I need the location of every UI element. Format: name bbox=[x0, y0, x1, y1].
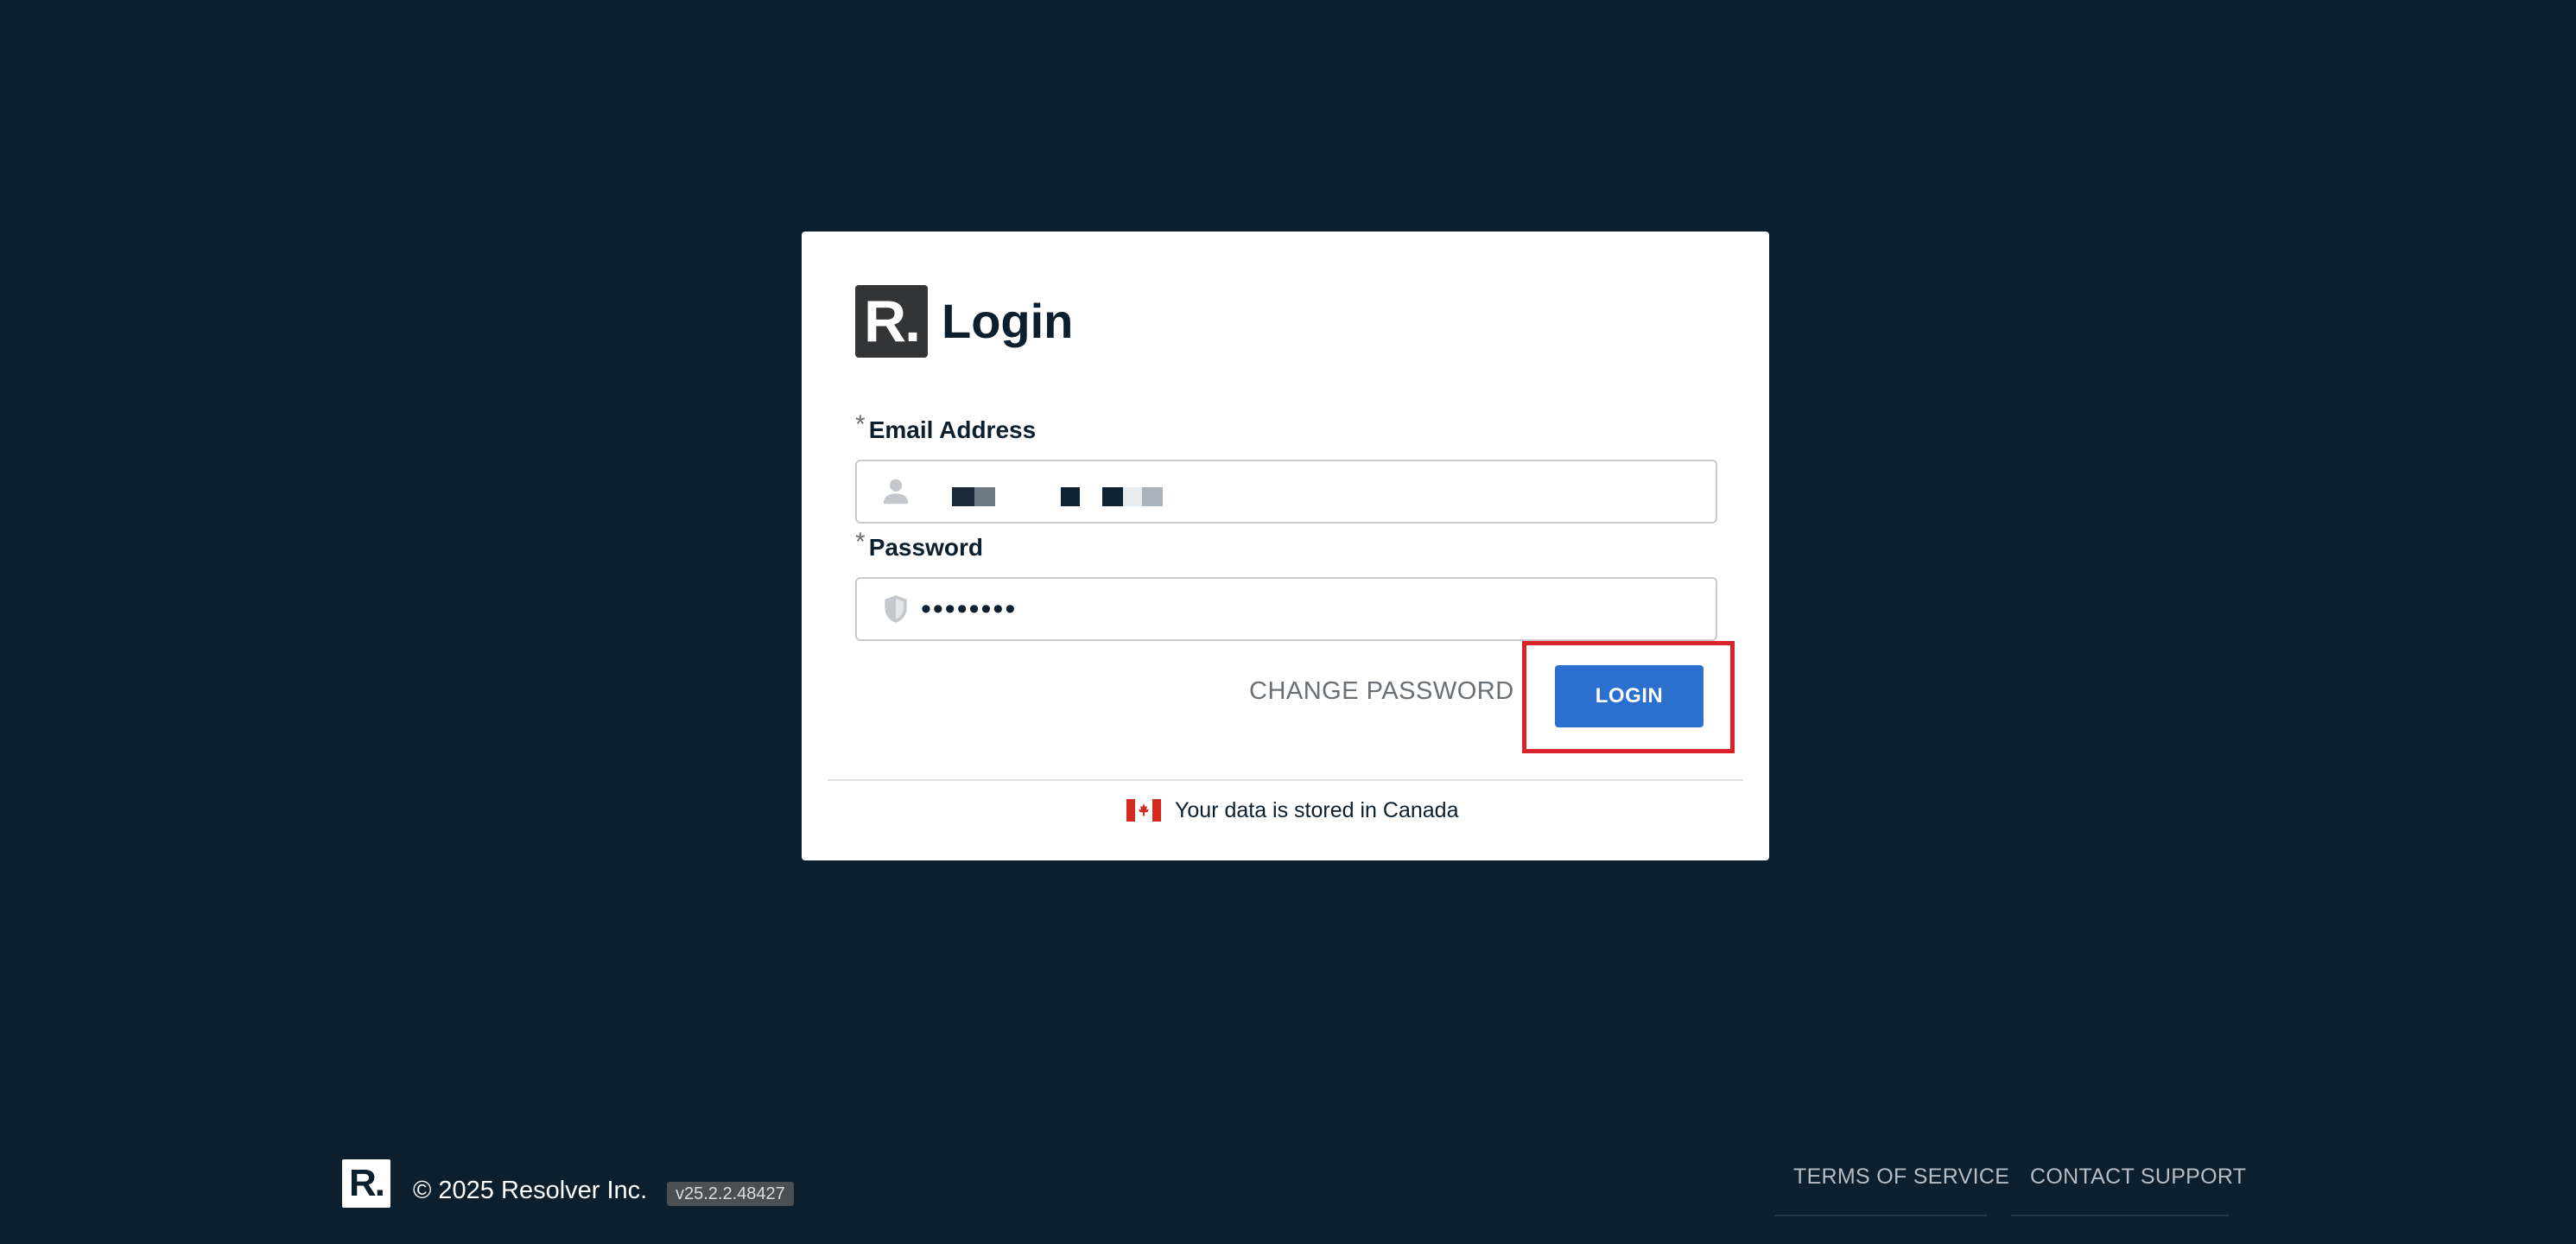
required-marker: * bbox=[855, 410, 866, 439]
canada-flag-icon bbox=[1126, 799, 1161, 822]
page-title: Login bbox=[942, 294, 1074, 348]
password-field[interactable] bbox=[855, 577, 1717, 641]
password-label-text: Password bbox=[868, 534, 983, 561]
resolver-logo: R. bbox=[855, 285, 928, 358]
terms-of-service-link[interactable]: TERMS OF SERVICE bbox=[1793, 1158, 2009, 1196]
email-label: * Email Address bbox=[855, 410, 1037, 447]
email-field[interactable] bbox=[855, 460, 1717, 524]
terms-link-underline bbox=[1774, 1215, 1987, 1216]
contact-support-link[interactable]: CONTACT SUPPORT bbox=[2030, 1158, 2246, 1196]
divider bbox=[828, 779, 1743, 781]
password-input[interactable] bbox=[921, 586, 1698, 632]
user-icon bbox=[883, 479, 909, 505]
footer-logo: R. bbox=[342, 1159, 390, 1208]
shield-icon bbox=[885, 595, 907, 623]
login-button[interactable]: LOGIN bbox=[1555, 665, 1704, 727]
email-label-text: Email Address bbox=[868, 416, 1037, 443]
email-input[interactable] bbox=[921, 468, 1698, 515]
data-note-text: Your data is stored in Canada bbox=[1175, 797, 1459, 822]
support-link-underline bbox=[2011, 1215, 2229, 1216]
data-residency-note: Your data is stored in Canada bbox=[1126, 795, 1458, 826]
change-password-link[interactable]: CHANGE PASSWORD bbox=[1249, 670, 1514, 712]
login-card: R. Login * Email Address * Password CHANGE… bbox=[802, 232, 1769, 860]
required-marker: * bbox=[855, 528, 866, 556]
copyright-text: © 2025 Resolver Inc. bbox=[413, 1177, 648, 1204]
password-label: * Password bbox=[855, 528, 983, 565]
version-badge: v25.2.2.48427 bbox=[667, 1182, 794, 1206]
